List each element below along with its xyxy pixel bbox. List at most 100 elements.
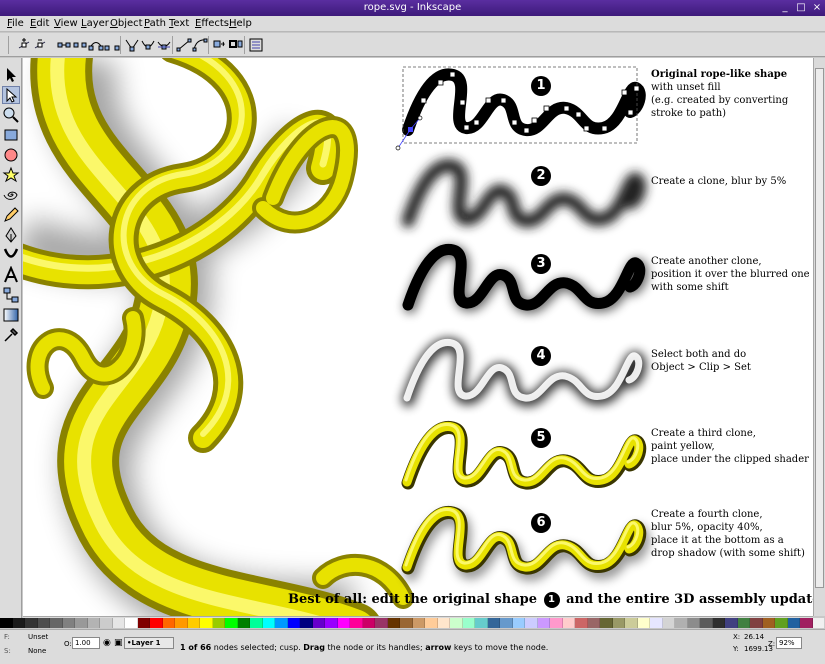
pen-tool-icon[interactable] [2,226,20,244]
palette-swatch[interactable] [187,618,200,628]
palette-swatch[interactable] [712,618,725,628]
palette-swatch[interactable] [725,618,738,628]
palette-swatch[interactable] [250,618,263,628]
palette-swatch[interactable] [350,618,363,628]
palette-swatch[interactable] [0,618,13,628]
palette-swatch[interactable] [475,618,488,628]
palette-swatch[interactable] [50,618,63,628]
insert-node-icon[interactable] [16,37,32,53]
palette-swatch[interactable] [362,618,375,628]
palette-swatch[interactable] [125,618,138,628]
palette-swatch[interactable] [587,618,600,628]
ellipse-tool-icon[interactable] [2,146,20,164]
palette-swatch[interactable] [737,618,750,628]
palette-swatch[interactable] [150,618,163,628]
menu-object[interactable]: Object [107,17,146,30]
drawing-canvas[interactable]: 1 2 3 4 5 6 Original rope-like shape wit… [23,58,813,616]
spiral-tool-icon[interactable] [2,186,20,204]
dropper-tool-icon[interactable] [2,326,20,344]
rectangle-tool-icon[interactable] [2,126,20,144]
connector-tool-icon[interactable] [2,286,20,304]
pencil-tool-icon[interactable] [2,206,20,224]
gradient-tool-icon[interactable] [2,306,20,324]
break-node-icon[interactable] [72,37,88,53]
palette-swatch[interactable] [800,618,813,628]
stroke-to-path-icon[interactable] [228,37,244,53]
node-tool-icon[interactable] [2,86,20,104]
palette-swatch[interactable] [100,618,113,628]
stroke-value[interactable]: None [28,647,46,655]
palette-swatch[interactable] [787,618,800,628]
palette-swatch[interactable] [212,618,225,628]
palette-swatch[interactable] [500,618,513,628]
maximize-button[interactable]: □ [794,1,808,14]
curve-segment-icon[interactable] [192,37,208,53]
opacity-field[interactable]: 1.00 [72,637,100,649]
menu-path[interactable]: Path [141,17,169,30]
menu-file[interactable]: File [4,17,27,30]
eye-icon[interactable]: ◉ [103,638,111,648]
palette-swatch[interactable] [62,618,75,628]
palette-swatch[interactable] [700,618,713,628]
palette-swatch[interactable] [400,618,413,628]
palette-swatch[interactable] [325,618,338,628]
symmetric-node-icon[interactable] [156,37,172,53]
palette-swatch[interactable] [237,618,250,628]
palette-swatch[interactable] [512,618,525,628]
palette-swatch[interactable] [112,618,125,628]
vertical-scrollbar[interactable] [813,58,825,616]
close-button[interactable]: × [810,1,824,14]
palette-swatch[interactable] [200,618,213,628]
palette-swatch[interactable] [225,618,238,628]
palette-swatch[interactable] [387,618,400,628]
line-segment-icon[interactable] [176,37,192,53]
palette-swatch[interactable] [675,618,688,628]
palette-swatch[interactable] [300,618,313,628]
palette-swatch[interactable] [25,618,38,628]
smooth-node-icon[interactable] [140,37,156,53]
palette-swatch[interactable] [175,618,188,628]
palette-swatch[interactable] [762,618,775,628]
palette-swatch[interactable] [625,618,638,628]
palette-swatch[interactable] [12,618,25,628]
palette-swatch[interactable] [75,618,88,628]
palette-swatch[interactable] [662,618,675,628]
zoom-field[interactable]: 92% [776,637,802,649]
zoom-tool-icon[interactable] [2,106,20,124]
delete-node-icon[interactable] [32,37,48,53]
palette-swatch[interactable] [812,618,825,628]
palette-swatch[interactable] [537,618,550,628]
menu-view[interactable]: View [51,17,81,30]
step-1-original-shape[interactable] [395,66,640,151]
minimize-button[interactable]: _ [778,1,792,14]
color-palette[interactable] [0,618,825,628]
fill-value[interactable]: Unset [28,633,48,641]
palette-swatch[interactable] [575,618,588,628]
palette-swatch[interactable] [375,618,388,628]
palette-swatch[interactable] [412,618,425,628]
join-segment-icon[interactable] [88,37,104,53]
palette-swatch[interactable] [612,618,625,628]
palette-swatch[interactable] [275,618,288,628]
menu-text[interactable]: Text [166,17,192,30]
palette-swatch[interactable] [462,618,475,628]
palette-swatch[interactable] [162,618,175,628]
menu-help[interactable]: Help [226,17,255,30]
lock-icon[interactable]: ▣ [114,638,123,648]
calligraphy-tool-icon[interactable] [2,246,20,264]
palette-swatch[interactable] [637,618,650,628]
palette-swatch[interactable] [525,618,538,628]
palette-swatch[interactable] [550,618,563,628]
text-tool-icon[interactable] [2,266,20,284]
vertical-scroll-thumb[interactable] [815,68,824,588]
palette-swatch[interactable] [312,618,325,628]
palette-swatch[interactable] [487,618,500,628]
palette-swatch[interactable] [87,618,100,628]
palette-swatch[interactable] [37,618,50,628]
palette-swatch[interactable] [337,618,350,628]
palette-swatch[interactable] [600,618,613,628]
star-tool-icon[interactable] [2,166,20,184]
delete-segment-icon[interactable] [104,37,120,53]
palette-swatch[interactable] [425,618,438,628]
palette-swatch[interactable] [562,618,575,628]
